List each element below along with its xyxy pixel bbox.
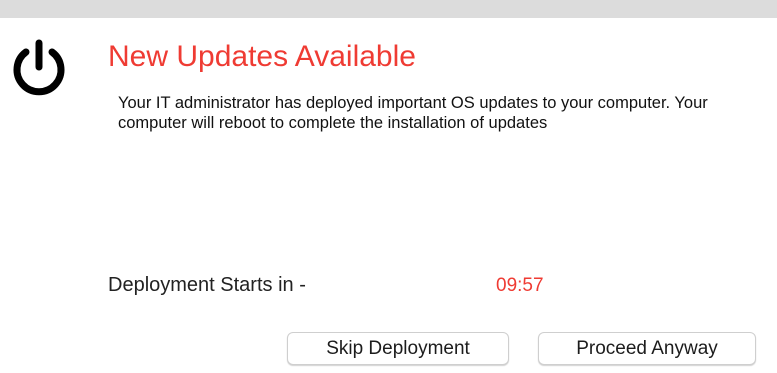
proceed-anyway-button[interactable]: Proceed Anyway (538, 332, 756, 365)
dialog-title: New Updates Available (108, 40, 416, 73)
countdown-label: Deployment Starts in - (108, 274, 306, 296)
dialog-message: Your IT administrator has deployed impor… (118, 94, 708, 132)
window-titlebar[interactable] (0, 0, 777, 18)
countdown-timer: 09:57 (496, 275, 544, 296)
power-icon (6, 36, 72, 102)
skip-deployment-button[interactable]: Skip Deployment (287, 332, 509, 365)
